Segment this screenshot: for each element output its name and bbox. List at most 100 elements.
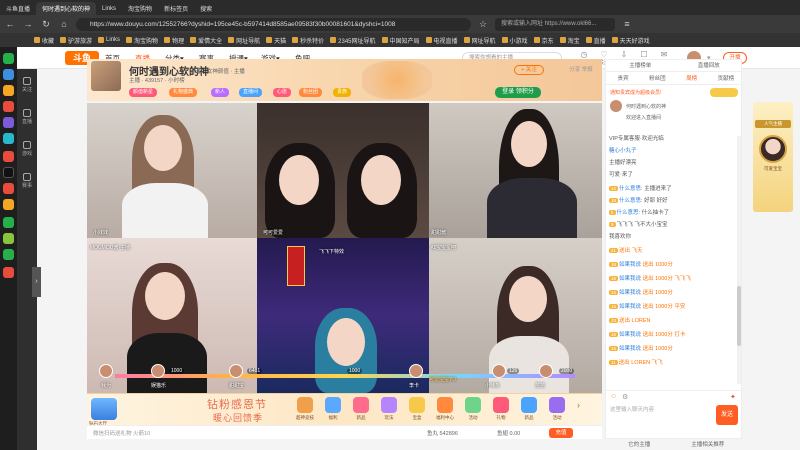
tab-0[interactable]: 斗鱼直播: [0, 2, 36, 15]
viewer-avatar[interactable]: [151, 364, 165, 378]
tab-weekly[interactable]: 周榜: [675, 73, 709, 84]
app-icon[interactable]: [3, 101, 14, 112]
chat-user[interactable]: 如果我说: [619, 346, 641, 352]
follow-button[interactable]: + 关注: [514, 65, 544, 75]
cam-tile[interactable]: 小妹妹: [87, 103, 257, 238]
viewer-avatar[interactable]: [539, 364, 553, 378]
share-report-links[interactable]: 分享 举报: [565, 65, 597, 75]
app-icon[interactable]: [3, 133, 14, 144]
bookmark-item[interactable]: 2345网址导航: [330, 36, 376, 45]
cam-tile[interactable]: 可可爱爱: [257, 103, 429, 238]
chat-input[interactable]: 这里输入聊天内容: [610, 405, 710, 425]
chat-scrollbar[interactable]: [737, 136, 741, 384]
chat-message[interactable]: 主播好漂亮: [609, 158, 737, 166]
chat-message[interactable]: 16 如果我说 送出 1000分 打卡: [609, 330, 737, 338]
gift-icon[interactable]: [549, 397, 565, 413]
chat-user[interactable]: 糖心小丸子: [609, 148, 637, 154]
bookmark-item[interactable]: 爱情大全: [190, 36, 222, 45]
chat-message[interactable]: 11 送出 LOREN 飞飞: [609, 358, 737, 366]
scroll-thumb[interactable]: [737, 286, 741, 346]
bookmark-item[interactable]: 京东: [533, 36, 554, 45]
tab-replay[interactable]: 直播回放: [675, 60, 744, 71]
room-tag[interactable]: 新人: [211, 88, 230, 97]
gift-icon[interactable]: [493, 397, 509, 413]
room-tag[interactable]: 贵族: [333, 88, 352, 97]
gift-icon[interactable]: [521, 397, 537, 413]
bookmark-item[interactable]: 收藏: [34, 36, 54, 45]
bookmark-item[interactable]: 天天好游戏: [611, 36, 650, 45]
forward-icon[interactable]: →: [22, 18, 34, 30]
chat-message[interactable]: 我喜欢你: [609, 232, 737, 240]
chat-message[interactable]: VIP专属客服·欢迎光临: [609, 134, 737, 142]
recharge-button[interactable]: 充值: [549, 428, 573, 438]
reload-icon[interactable]: ↻: [40, 18, 52, 30]
chat-message[interactable]: 21 送出 飞天: [609, 246, 737, 254]
gift-icon[interactable]: [325, 397, 341, 413]
gift-icon[interactable]: [437, 397, 453, 413]
footer-link[interactable]: 主播相关推荐: [674, 440, 743, 450]
menu-icon[interactable]: ≡: [621, 18, 633, 30]
chat-message[interactable]: 23 送出 LOREN: [609, 316, 737, 324]
chat-message[interactable]: 12 什么意思: 主播进来了: [609, 184, 737, 192]
app-icon[interactable]: [3, 117, 14, 128]
sidebar-item-follow[interactable]: 关注: [19, 77, 35, 93]
tiktok-icon[interactable]: [3, 167, 14, 178]
bookmark-item[interactable]: Links: [98, 37, 120, 43]
footer-link[interactable]: 它的主播: [605, 440, 674, 450]
star-icon[interactable]: ☆: [477, 18, 489, 30]
viewer-avatar[interactable]: [99, 364, 113, 378]
room-tag[interactable]: 粉丝团: [299, 88, 323, 97]
app-icon[interactable]: [3, 151, 14, 162]
app-icon[interactable]: [3, 199, 14, 210]
bookmark-item[interactable]: 淘宝: [559, 36, 580, 45]
tab-contribution[interactable]: 贡献榜: [709, 73, 743, 84]
tab-fans[interactable]: 粉丝团: [640, 73, 674, 84]
bookmark-item[interactable]: 网址导航: [228, 36, 260, 45]
gift-icon[interactable]: [381, 397, 397, 413]
tab-2[interactable]: Links: [96, 2, 122, 15]
send-button[interactable]: 发送: [716, 405, 738, 425]
chat-user[interactable]: 什么意思: [617, 210, 639, 216]
app-icon[interactable]: [3, 69, 14, 80]
bookmark-item[interactable]: 直播: [585, 36, 606, 45]
gift-hint-text[interactable]: 微信扫码送礼物 火箭10: [93, 429, 150, 437]
browser-search-input[interactable]: 搜索或输入网址 https://www.okl66...: [495, 17, 615, 31]
app-icon[interactable]: [3, 85, 14, 96]
tab-1[interactable]: 何时遇到心软的神: [36, 2, 97, 15]
emoji-icon[interactable]: ☺: [610, 393, 617, 400]
gift-icon[interactable]: [297, 397, 313, 413]
back-icon[interactable]: ←: [4, 18, 16, 30]
bookmark-item[interactable]: 天猫: [266, 36, 286, 45]
sidebar-item-games[interactable]: 游戏: [19, 141, 35, 157]
chat-user[interactable]: 什么意思: [619, 198, 641, 204]
chat-message[interactable]: 9 飞飞飞 飞不大小宝宝: [609, 220, 737, 228]
chat-message[interactable]: 16 如果我说 送出 1000分 飞飞飞: [609, 274, 737, 282]
tab-vip[interactable]: 贵宾: [606, 73, 640, 84]
chat-message[interactable]: 16 如果我说 送出 1000分: [609, 344, 737, 352]
anchor-avatar[interactable]: [91, 61, 121, 91]
collapse-sidebar-button[interactable]: ›: [32, 267, 41, 297]
chevron-right-icon[interactable]: ›: [577, 400, 580, 410]
diamond-hall-icon[interactable]: [91, 398, 117, 420]
app-icon[interactable]: [3, 233, 14, 244]
bookmark-item[interactable]: 驴游旅游: [60, 36, 92, 45]
vip-badge[interactable]: [710, 88, 738, 97]
bookmark-item[interactable]: 秒杀特价: [292, 36, 324, 45]
promo-avatar[interactable]: [759, 135, 787, 163]
chat-user[interactable]: 如果我说: [619, 262, 641, 268]
settings-icon[interactable]: ⚙: [622, 393, 628, 401]
chat-user[interactable]: 如果我说: [619, 290, 641, 296]
home-icon[interactable]: ⌂: [58, 18, 70, 30]
tab-5[interactable]: 搜索: [194, 2, 218, 15]
app-icon[interactable]: [3, 53, 14, 64]
tab-3[interactable]: 淘宝购物: [122, 2, 158, 15]
room-tag[interactable]: 礼物盛典: [169, 88, 198, 97]
app-icon[interactable]: [3, 217, 14, 228]
gift-icon[interactable]: [409, 397, 425, 413]
rank-notice[interactable]: 通知贵宾成为超级会员!: [610, 89, 661, 96]
room-tag[interactable]: 心愿: [273, 88, 292, 97]
chat-message[interactable]: 糖心小丸子: [609, 146, 737, 154]
app-icon[interactable]: [3, 267, 14, 278]
bookmark-item[interactable]: 小游戏: [501, 36, 528, 45]
chat-user[interactable]: 如果我说: [619, 276, 641, 282]
